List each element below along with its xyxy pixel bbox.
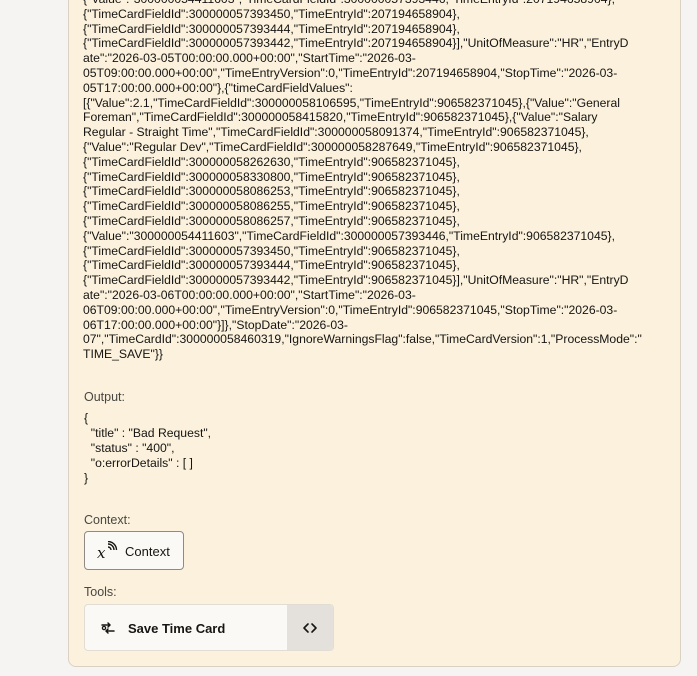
context-button[interactable]: x Context — [84, 531, 184, 570]
payload-line: TIME_SAVE"}} — [83, 347, 163, 362]
output-line: "title" : "Bad Request", — [84, 426, 212, 440]
payload-line: {"TimeCardFieldId":300000057393450,"Time… — [83, 243, 460, 258]
payload-line: 07","TimeCardId":300000058460319,"Ignore… — [83, 332, 642, 347]
tools-label: Tools: — [84, 585, 117, 599]
payload-line: {"TimeCardFieldId":300000058262630,"Time… — [83, 154, 460, 169]
payload-line: {"TimeCardFieldId":300000057393444,"Time… — [83, 258, 460, 273]
payload-line: 06T09:00:00.000+00:00","TimeEntryVersion… — [83, 302, 618, 317]
context-label: Context: — [84, 513, 131, 527]
tool-flow-icon — [101, 622, 115, 634]
payload-line: Foreman","TimeCardFieldId":3000000584158… — [83, 110, 598, 125]
output-line: "status" : "400", — [84, 441, 175, 455]
payload-line: {"TimeCardFieldId":300000057393442,"Time… — [83, 273, 629, 288]
payload-line: {"Value":"300000054411603","TimeCardFiel… — [83, 228, 615, 243]
payload-line: Regular - Straight Time","TimeCardFieldI… — [83, 125, 589, 140]
payload-line: {"TimeCardFieldId":300000057393450,"Time… — [83, 6, 460, 21]
payload-line: {"TimeCardFieldId":300000057393442,"Time… — [83, 36, 629, 51]
payload-line: ate":"2026-03-06T00:00:00.000+00:00","St… — [83, 287, 416, 302]
svg-text:x: x — [97, 544, 106, 561]
payload-line: {"Value":"Regular Dev","TimeCardFieldId"… — [83, 139, 582, 154]
tool-card: Save Time Card — [84, 604, 334, 651]
save-time-card-tool[interactable]: Save Time Card — [85, 605, 287, 650]
output-json: { "title" : "Bad Request", "status" : "4… — [84, 411, 211, 486]
context-variable-icon: x — [97, 541, 118, 561]
payload-line: [{"Value":2.1,"TimeCardFieldId":30000005… — [83, 95, 620, 110]
payload-line: {"TimeCardFieldId":300000058330800,"Time… — [83, 169, 460, 184]
payload-line: 05T09:00:00.000+00:00","TimeEntryVersion… — [83, 65, 618, 80]
output-line: } — [84, 471, 89, 485]
payload-line: {"Value":"300000054411603","TimeCardFiel… — [83, 0, 669, 7]
output-line: { — [84, 411, 89, 425]
context-button-label: Context — [125, 544, 170, 559]
payload-line: {"TimeCardFieldId":300000058086253,"Time… — [83, 184, 460, 199]
payload-line: ate":"2026-03-05T00:00:00.000+00:00","St… — [83, 51, 416, 66]
payload-line: {"TimeCardFieldId":300000058086257,"Time… — [83, 213, 460, 228]
payload-line: 06T17:00:00.000+00:00"}]},"StopDate":"20… — [83, 317, 348, 332]
output-line: "o:errorDetails" : [ ] — [84, 456, 193, 470]
code-icon — [303, 623, 317, 633]
tool-name: Save Time Card — [128, 621, 226, 636]
payload-line: {"TimeCardFieldId":300000058086255,"Time… — [83, 199, 460, 214]
payload-line: 05T17:00:00.000+00:00"},{"timeCardFieldV… — [83, 80, 353, 95]
view-code-button[interactable] — [287, 605, 333, 650]
output-label: Output: — [84, 390, 125, 404]
input-payload: {"Value":"300000054411603","TimeCardFiel… — [83, 0, 669, 362]
payload-line: {"TimeCardFieldId":300000057393444,"Time… — [83, 21, 460, 36]
